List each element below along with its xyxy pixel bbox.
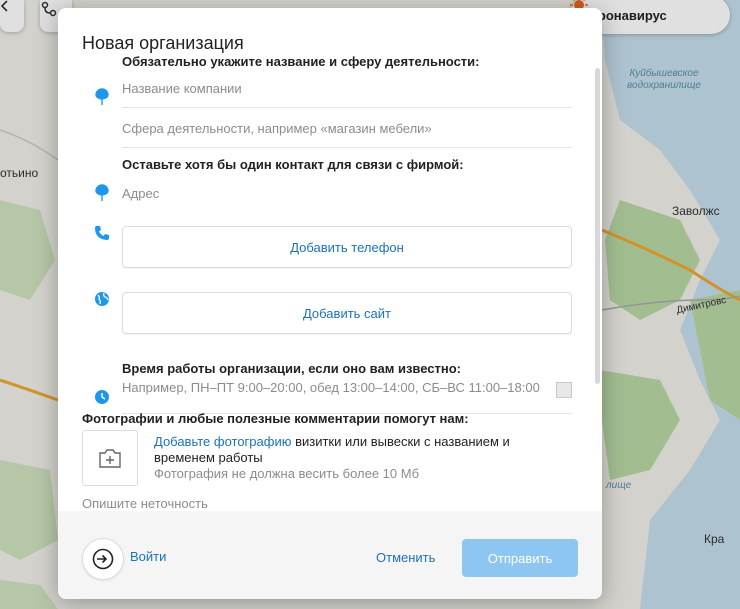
login-button[interactable]: [82, 538, 124, 580]
pin-icon: [94, 88, 110, 106]
add-photo-button[interactable]: [82, 430, 138, 486]
globe-icon: [94, 290, 110, 308]
working-hours-input[interactable]: [122, 380, 552, 402]
add-photo-icon: [99, 449, 121, 468]
dialog-footer: Войти Отменить Отправить: [58, 511, 602, 599]
section-required-heading: Обязательно укажите название и сферу дея…: [122, 54, 480, 69]
photo-size-note: Фотография не должна весить более 10 Мб: [154, 466, 420, 481]
cancel-button[interactable]: Отменить: [364, 541, 447, 573]
address-field[interactable]: [122, 174, 572, 212]
section-hours-heading: Время работы организации, если оно вам и…: [122, 361, 462, 376]
company-name-field[interactable]: [122, 70, 572, 108]
working-hours-field[interactable]: [122, 380, 572, 414]
add-photo-link[interactable]: Добавьте фотографию: [154, 434, 291, 449]
resize-handle-icon[interactable]: [556, 382, 572, 398]
login-link[interactable]: Войти: [130, 549, 166, 564]
dialog-title: Новая организация: [82, 33, 244, 53]
activity-input[interactable]: [122, 121, 572, 136]
photo-instructions: Добавьте фотографию визитки или вывески …: [154, 434, 554, 482]
new-organization-dialog: Новая организация Обязательно укажите на…: [58, 8, 602, 599]
section-photos-heading: Фотографии и любые полезные комментарии …: [82, 411, 469, 426]
add-phone-button[interactable]: Добавить телефон: [122, 226, 572, 268]
scrollbar-thumb[interactable]: [595, 68, 600, 384]
login-icon: [92, 548, 114, 570]
activity-field[interactable]: [122, 110, 572, 148]
submit-button[interactable]: Отправить: [462, 539, 578, 577]
add-site-button[interactable]: Добавить сайт: [122, 292, 572, 334]
clock-icon: [94, 388, 110, 406]
address-pin-icon: [94, 184, 110, 202]
address-input[interactable]: [122, 185, 572, 201]
phone-icon: [94, 224, 110, 242]
section-contact-heading: Оставьте хотя бы один контакт для связи …: [122, 157, 464, 172]
describe-inaccuracy-input[interactable]: Опишите неточность: [82, 496, 208, 511]
company-name-input[interactable]: [122, 81, 572, 96]
